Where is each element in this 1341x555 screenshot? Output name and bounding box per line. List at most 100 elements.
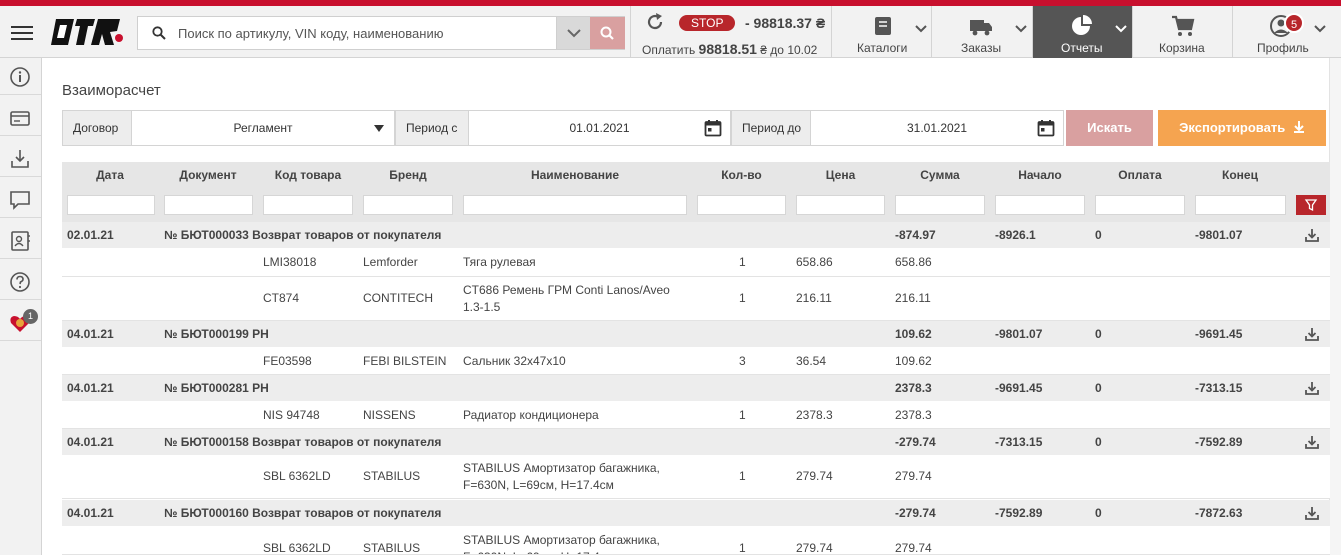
download-icon [11,150,29,168]
search-button[interactable] [590,17,625,49]
cell-sum: 279.74 [895,541,932,555]
download-icon[interactable] [1305,228,1319,242]
calendar-icon[interactable] [704,119,722,137]
period-from-input[interactable]: 01.01.2021 [469,110,731,146]
table-row-group[interactable]: 04.01.21 № БЮТ000160 Возврат товаров от … [62,500,1330,526]
chevron-down-icon [915,25,927,33]
cell-document[interactable]: № БЮТ000160 Возврат товаров от покупател… [164,506,441,520]
nav-orders[interactable]: Заказы [931,6,1032,58]
period-from-label: Период с [395,110,469,146]
table-row-item[interactable]: NIS 94748 NISSENS Радиатор кондиционера … [62,401,1330,429]
contract-select[interactable]: Регламент [132,110,395,146]
search-input[interactable] [178,17,553,49]
table-row-item[interactable]: SBL 6362LD STABILUS STABILUS Амортизатор… [62,526,1330,555]
cell-brand: Lemforder [363,255,418,269]
table-row-item[interactable]: LMI38018 Lemforder Тяга рулевая 1 658.86… [62,248,1330,277]
filter-start[interactable] [995,195,1085,215]
filter-document[interactable] [164,195,253,215]
col-start[interactable]: Начало [990,168,1090,182]
table-row-group[interactable]: 04.01.21 № БЮТ000158 Возврат товаров от … [62,429,1330,455]
filter-qty[interactable] [697,195,786,215]
cell-qty: 1 [739,469,746,483]
scrollbar[interactable] [1329,58,1341,555]
table-row-item[interactable]: SBL 6362LD STABILUS STABILUS Амортизатор… [62,455,1330,499]
top-bar: STOP - 98818.37 ₴ Оплатить 98818.51 ₴ до… [0,6,1341,58]
table-row-item[interactable]: CT874 CONTITECH CT686 Ремень ГРМ Conti L… [62,277,1330,321]
cell-document[interactable]: № БЮТ000281 РН [164,381,269,395]
cell-end: -7592.89 [1195,435,1243,449]
col-date[interactable]: Дата [62,168,158,182]
sidebar-item-messages[interactable] [0,181,41,218]
filter-payment[interactable] [1095,195,1185,215]
sidebar-item-contacts[interactable] [0,222,41,259]
cell-code: SBL 6362LD [263,541,331,555]
table-row-item[interactable]: FE03598 FEBI BILSTEIN Сальник 32x47x10 3… [62,347,1330,375]
sidebar-item-downloads[interactable] [0,140,41,177]
calendar-icon[interactable] [1037,119,1055,137]
filter-code[interactable] [263,195,353,215]
cell-end: -7872.63 [1195,506,1243,520]
col-name[interactable]: Наименование [458,168,692,182]
sidebar-item-payments[interactable] [0,99,41,136]
filter-brand[interactable] [363,195,453,215]
chevron-down-icon [1314,25,1326,33]
col-sum[interactable]: Сумма [890,168,990,182]
nav-reports[interactable]: Отчеты [1032,6,1132,58]
filter-price[interactable] [796,195,885,215]
filter-apply-button[interactable] [1296,195,1326,215]
cell-start: -7313.15 [995,435,1043,449]
download-icon[interactable] [1305,381,1319,395]
search-report-button[interactable]: Искать [1066,110,1153,146]
filter-sum[interactable] [895,195,985,215]
table-row-group[interactable]: 02.01.21 № БЮТ000033 Возврат товаров от … [62,222,1330,248]
col-code[interactable]: Код товара [258,168,358,182]
sidebar-item-info[interactable] [0,58,41,95]
filter-name[interactable] [463,195,687,215]
filter-end[interactable] [1195,195,1286,215]
cell-qty: 1 [739,291,746,305]
company-logo[interactable] [50,16,125,48]
col-document[interactable]: Документ [158,168,258,182]
cell-date: 04.01.21 [67,381,114,395]
cell-document[interactable]: № БЮТ000158 Возврат товаров от покупател… [164,435,441,449]
period-to-value: 31.01.2021 [906,121,968,135]
download-icon[interactable] [1305,506,1319,520]
cell-document[interactable]: № БЮТ000033 Возврат товаров от покупател… [164,228,441,242]
nav-catalogs[interactable]: Каталоги [831,6,931,58]
col-brand[interactable]: Бренд [358,168,458,182]
cell-price: 36.54 [796,354,827,368]
search-dropdown-button[interactable] [556,17,590,49]
sidebar-item-help[interactable] [0,263,41,300]
cell-code: SBL 6362LD [263,469,331,483]
cell-code: LMI38018 [263,255,317,269]
cell-sum: 2378.3 [895,381,932,395]
export-button[interactable]: Экспортировать [1158,110,1326,146]
cell-date: 04.01.21 [67,327,114,341]
period-to-input[interactable]: 31.01.2021 [811,110,1064,146]
download-icon[interactable] [1305,435,1319,449]
filter-date[interactable] [67,195,155,215]
truck-icon [970,20,992,36]
menu-icon[interactable] [11,26,33,40]
nav-profile[interactable]: Профиль [1232,6,1329,58]
export-button-label: Экспортировать [1179,120,1286,135]
table-row-group[interactable]: 04.01.21 № БЮТ000199 РН 109.62 -9801.07 … [62,321,1330,347]
cell-sum: 109.62 [895,327,932,341]
col-price[interactable]: Цена [791,168,890,182]
table-row-group[interactable]: 04.01.21 № БЮТ000281 РН 2378.3 -9691.45 … [62,375,1330,401]
nav-cart[interactable]: Корзина [1132,6,1232,58]
refresh-icon[interactable] [645,12,665,32]
cell-brand: FEBI BILSTEIN [363,354,447,368]
download-icon[interactable] [1305,327,1319,341]
cell-sum: 658.86 [895,255,932,269]
cell-date: 02.01.21 [67,228,114,242]
col-qty[interactable]: Кол-во [692,168,791,182]
page-title: Взаиморасчет [62,82,161,99]
col-end[interactable]: Конец [1190,168,1290,182]
col-payment[interactable]: Оплата [1090,168,1190,182]
sidebar-item-bonus[interactable]: 1 [0,304,41,341]
chevron-down-icon [1015,25,1027,33]
pay-suffix: ₴ до 10.02 [760,43,818,57]
cell-payment: 0 [1095,228,1102,242]
cell-document[interactable]: № БЮТ000199 РН [164,327,269,341]
